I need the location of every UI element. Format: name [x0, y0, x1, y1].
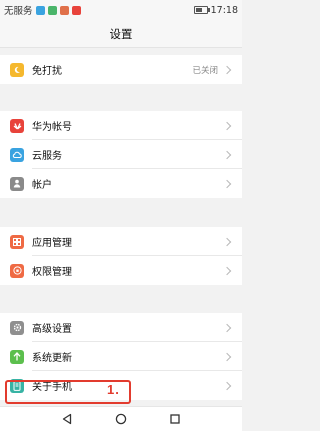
gear-icon [10, 320, 24, 335]
settings-item-label: 高级设置 [32, 324, 72, 335]
update-icon [10, 349, 24, 364]
settings-item-status: 已关闭 [192, 65, 218, 76]
settings-item-label: 应用管理 [32, 238, 72, 249]
settings-item-do-not-disturb[interactable]: 免打扰 已关闭 [0, 55, 242, 84]
page-title: 设置 [109, 26, 133, 41]
settings-item-label: 系统更新 [32, 353, 72, 364]
settings-item-accounts[interactable]: 帐户 [0, 169, 242, 198]
settings-item-app-management[interactable]: 应用管理 [0, 227, 242, 256]
chevron-right-icon [222, 352, 232, 361]
chevron-right-icon [222, 381, 232, 390]
step-annotation: 1. [107, 382, 120, 397]
home-icon[interactable] [113, 411, 129, 427]
settings-item-label: 权限管理 [32, 267, 72, 278]
settings-item-label: 免打扰 [32, 66, 62, 77]
huawei-icon [10, 118, 24, 133]
settings-item-label: 华为帐号 [32, 122, 72, 133]
chevron-right-icon [222, 65, 232, 74]
time-label: 17:18 [210, 4, 238, 16]
chevron-right-icon [222, 179, 232, 188]
battery-level [195, 8, 202, 12]
status-bar: 无服务 17:18 [0, 0, 242, 20]
status-right: 17:18 [193, 0, 238, 20]
moon-icon [10, 62, 24, 77]
chevron-right-icon [222, 323, 232, 332]
chevron-right-icon [222, 266, 232, 275]
permission-icon [10, 263, 24, 278]
settings-item-label: 云服务 [32, 151, 62, 162]
chevron-right-icon [222, 121, 232, 130]
settings-item-system-update[interactable]: 系统更新 [0, 342, 242, 371]
settings-item-label: 帐户 [32, 180, 52, 191]
app-icon [71, 5, 81, 15]
chevron-right-icon [222, 150, 232, 159]
message-icon [35, 5, 45, 15]
battery-icon [193, 6, 210, 14]
settings-group-3: 应用管理 权限管理 [0, 227, 242, 285]
chevron-right-icon [222, 237, 232, 246]
settings-item-huawei-account[interactable]: 华为帐号 [0, 111, 242, 140]
carrier-label: 无服务 [4, 6, 33, 17]
cloud-icon [10, 147, 24, 162]
gallery-icon [59, 5, 69, 15]
back-icon[interactable] [59, 411, 75, 427]
person-icon [10, 176, 24, 191]
title-bar: 设置 [0, 20, 242, 48]
settings-item-advanced-settings[interactable]: 高级设置 [0, 313, 242, 342]
app-icon [47, 5, 57, 15]
status-left: 无服务 [0, 3, 81, 17]
settings-item-permission-management[interactable]: 权限管理 [0, 256, 242, 285]
apps-icon [10, 234, 24, 249]
recents-icon[interactable] [167, 411, 183, 427]
settings-group-1: 免打扰 已关闭 [0, 55, 242, 84]
navigation-bar [0, 406, 242, 431]
settings-item-cloud-service[interactable]: 云服务 [0, 140, 242, 169]
settings-group-2: 华为帐号 云服务 帐户 [0, 111, 242, 198]
